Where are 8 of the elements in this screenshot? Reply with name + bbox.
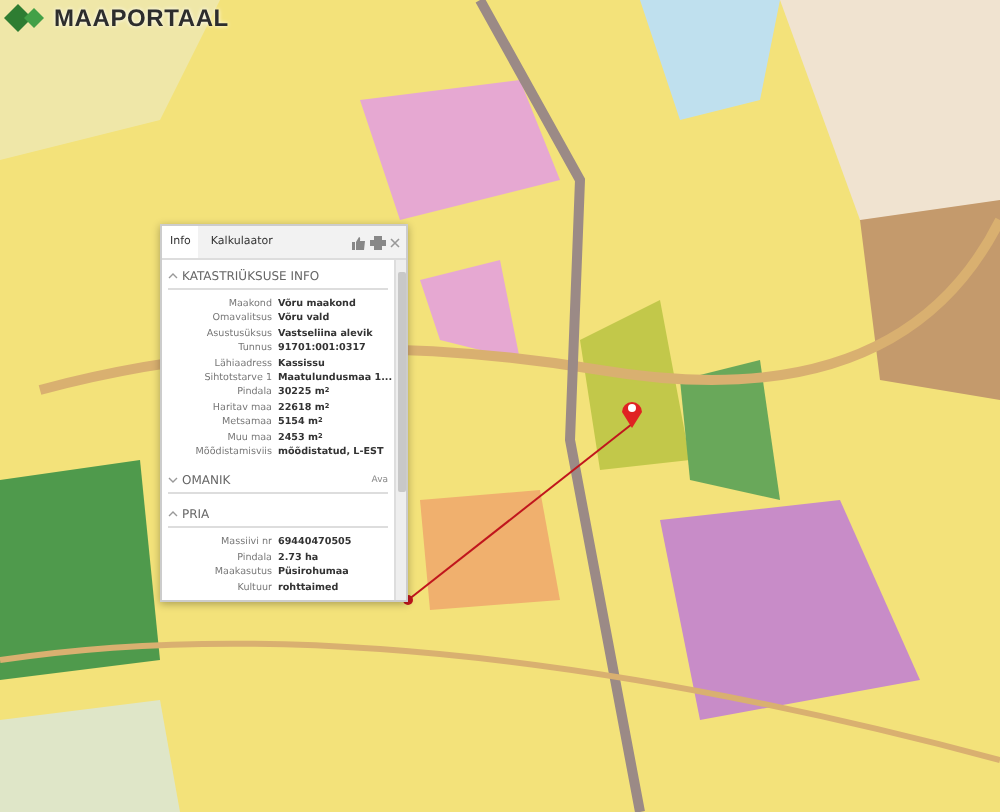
logo-icon	[4, 4, 48, 32]
close-icon[interactable]	[390, 237, 400, 247]
caret-icon	[168, 272, 178, 280]
caret-icon	[168, 476, 178, 485]
scrollbar[interactable]	[394, 260, 406, 600]
like-icon[interactable]	[352, 235, 366, 249]
logo-text: MAAPORTAAL	[54, 4, 229, 32]
caret-icon	[168, 510, 178, 519]
